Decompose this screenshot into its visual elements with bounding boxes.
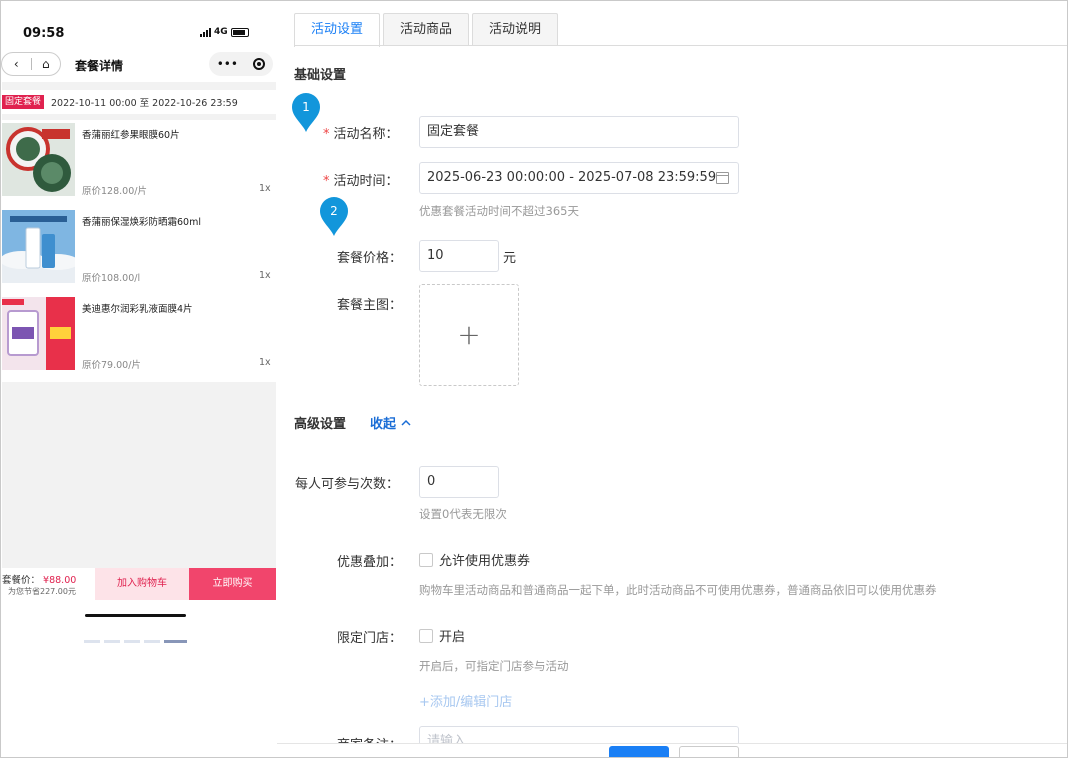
product-price: 原价128.00/片 (82, 186, 147, 197)
allow-coupon-label: 允许使用优惠券 (439, 554, 531, 569)
status-bar: 09:58 4G (2, 2, 276, 46)
activity-time-label-text: 活动时间： (333, 174, 399, 189)
step-marker-2-label: 2 (330, 204, 338, 218)
plus-icon: + (457, 318, 481, 351)
product-image (2, 210, 75, 283)
mini-program-navbar: ‹ ⌂ 套餐详情 ••• (1, 52, 276, 78)
package-price: 套餐价： ¥88.00 (2, 572, 76, 586)
tab-activity-products[interactable]: 活动商品 (383, 13, 470, 46)
required-asterisk: * (323, 174, 330, 189)
tab-bar: 活动设置 活动商品 活动说明 (294, 13, 559, 47)
product-qty: 1x (259, 183, 271, 194)
product-qty: 1x (259, 357, 271, 368)
collapse-label: 收起 (370, 417, 397, 432)
carousel-dots (84, 640, 187, 643)
nav-capsule-right: ••• (209, 52, 273, 76)
coupon-stack-label: 优惠叠加： (337, 555, 403, 570)
product-name: 香蒲丽红参果眼膜60片 (82, 130, 180, 141)
purchase-bar: 套餐价： ¥88.00 为您节省227.00元 加入购物车 立即购买 (2, 568, 276, 600)
close-target-icon[interactable] (253, 58, 266, 70)
participation-times-input[interactable]: 0 (419, 466, 499, 498)
checkbox-box[interactable] (419, 628, 433, 643)
footer-action-bar (277, 743, 1067, 757)
package-image-label: 套餐主图： (337, 298, 403, 313)
store-limit-checkbox[interactable]: 开启 (419, 626, 465, 645)
phone-preview: 09:58 4G ‹ ⌂ 套餐详情 ••• 固定套餐 2022-10-11 00… (1, 2, 276, 757)
product-price: 原价79.00/片 (82, 360, 141, 371)
activity-time-range-picker[interactable]: 2025-06-23 00:00:00 - 2025-07-08 23:59:5… (419, 162, 739, 194)
buy-now-button[interactable]: 立即购买 (189, 568, 276, 600)
package-period-row: 固定套餐 2022-10-11 00:00 至 2022-10-26 23:59 (2, 90, 276, 114)
tab-activity-settings[interactable]: 活动设置 (294, 13, 381, 47)
product-image (2, 123, 75, 196)
more-icon[interactable]: ••• (217, 57, 238, 71)
package-price-label: 套餐价： (2, 575, 41, 586)
product-price: 原价108.00/l (82, 273, 141, 284)
package-price-value: ¥88.00 (43, 575, 77, 586)
add-to-cart-button[interactable]: 加入购物车 (95, 568, 189, 600)
cancel-button[interactable] (679, 746, 739, 757)
calendar-icon[interactable] (716, 172, 729, 184)
required-asterisk: * (323, 127, 330, 142)
battery-icon (230, 27, 249, 37)
package-price-input[interactable]: 10 (419, 240, 499, 272)
participation-times-label: 每人可参与次数： (295, 477, 400, 492)
tab-divider (294, 45, 1067, 46)
list-item[interactable]: 美迪惠尔润彩乳液面膜4片 原价79.00/片 1x (2, 294, 276, 382)
product-name: 美迪惠尔润彩乳液面膜4片 (82, 304, 193, 315)
coupon-stack-help: 购物车里活动商品和普通商品一起下单，此时活动商品不可使用优惠券，普通商品依旧可以… (419, 583, 937, 597)
step-marker-2: 2 (320, 197, 348, 236)
activity-time-help: 优惠套餐活动时间不超过365天 (419, 204, 579, 218)
activity-name-input[interactable]: 固定套餐 (419, 116, 739, 148)
tab-activity-description[interactable]: 活动说明 (472, 13, 559, 46)
network-type: 4G (214, 27, 228, 37)
price-unit: 元 (503, 251, 517, 266)
activity-name-label: * 活动名称： (323, 123, 399, 142)
checkbox-box[interactable] (419, 552, 433, 567)
participation-times-help: 设置0代表无限次 (419, 507, 507, 521)
status-time: 09:58 (23, 26, 65, 41)
basic-settings-title: 基础设置 (294, 68, 347, 83)
nav-capsule-left: ‹ ⌂ (1, 52, 61, 76)
add-edit-store-link[interactable]: +添加/编辑门店 (419, 691, 512, 710)
activity-name-label-text: 活动名称： (333, 127, 399, 142)
nav-title: 套餐详情 (75, 59, 124, 73)
chevron-up-icon (401, 419, 411, 426)
list-item[interactable]: 香蒲丽保湿焕彩防晒霜60ml 原价108.00/l 1x (2, 207, 276, 295)
store-limit-checkbox-label: 开启 (439, 630, 466, 645)
package-type-tag: 固定套餐 (2, 95, 45, 109)
product-image (2, 297, 75, 370)
collapse-toggle[interactable]: 收起 (370, 413, 411, 432)
app-window: 09:58 4G ‹ ⌂ 套餐详情 ••• 固定套餐 2022-10-11 00… (0, 0, 1068, 758)
product-qty: 1x (259, 270, 271, 281)
package-price-label: 套餐价格： (337, 251, 403, 266)
status-indicators: 4G (200, 27, 249, 37)
home-icon[interactable]: ⌂ (32, 57, 61, 71)
submit-button[interactable] (609, 746, 669, 757)
step-marker-1: 1 (292, 93, 320, 132)
advanced-settings-title: 高级设置 (294, 417, 347, 432)
product-name: 香蒲丽保湿焕彩防晒霜60ml (82, 217, 201, 228)
step-marker-1-label: 1 (302, 100, 310, 114)
list-item[interactable]: 香蒲丽红参果眼膜60片 原价128.00/片 1x (2, 120, 276, 208)
allow-coupon-checkbox[interactable]: 允许使用优惠券 (419, 550, 530, 569)
home-indicator (85, 614, 186, 617)
image-upload[interactable]: + (419, 284, 519, 386)
package-period: 2022-10-11 00:00 至 2022-10-26 23:59 (51, 98, 238, 109)
activity-time-label: * 活动时间： (323, 170, 399, 189)
store-limit-label: 限定门店： (337, 631, 403, 646)
store-limit-help: 开启后，可指定门店参与活动 (419, 659, 569, 673)
back-icon[interactable]: ‹ (2, 57, 31, 71)
signal-icon (200, 27, 211, 37)
package-saving: 为您节省227.00元 (8, 587, 76, 596)
